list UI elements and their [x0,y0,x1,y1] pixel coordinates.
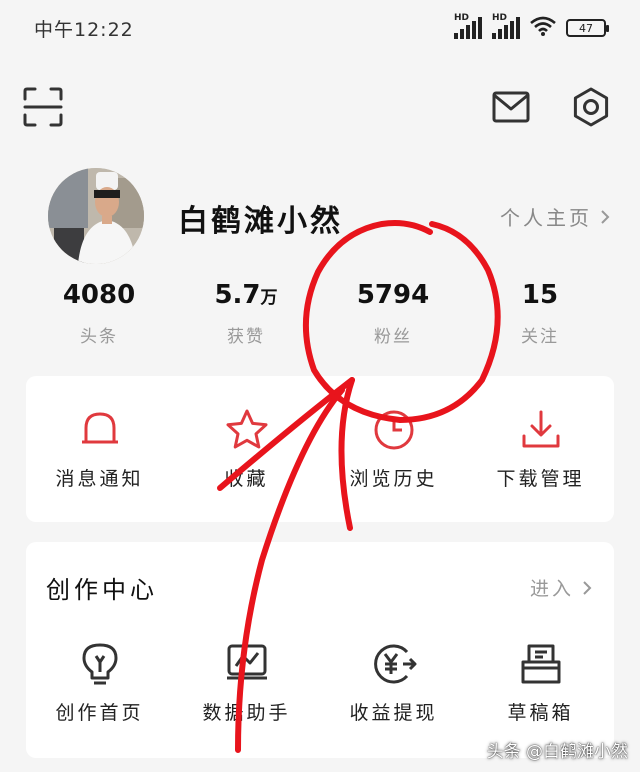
quick-action-label: 收藏 [224,468,269,490]
creation-item-drafts[interactable]: 草稿箱 [467,640,614,725]
quick-action-notifications[interactable]: 消息通知 [26,406,173,491]
clock-icon [320,406,467,454]
stat-toutiao[interactable]: 4080 头条 [29,280,169,347]
mail-icon[interactable] [492,88,530,126]
status-bar: 中午12:22 HD HD 47 [0,0,640,56]
creation-item-earnings[interactable]: 收益提现 [320,640,467,725]
star-icon [173,406,320,454]
username: 白鹤滩小然 [178,204,343,239]
stat-value: 4080 [62,280,136,310]
creation-item-label: 草稿箱 [507,702,574,724]
homepage-link[interactable]: 个人主页 [500,202,610,231]
quick-actions-card: 消息通知 收藏 浏览历史 下载管理 [26,376,614,522]
homepage-label: 个人主页 [500,206,592,230]
avatar[interactable] [48,168,144,264]
yuan-icon [320,640,467,688]
stat-label: 获赞 [227,327,265,347]
stat-likes[interactable]: 5.7万 获赞 [176,280,316,347]
lightbulb-icon [26,640,173,688]
bell-icon [26,406,173,454]
creation-item-label: 创作首页 [55,702,144,724]
quick-action-favorites[interactable]: 收藏 [173,406,320,491]
stat-following[interactable]: 15 关注 [470,280,610,347]
chevron-right-icon [601,209,610,224]
watermark: 头条 @白鹤滩小然 [486,742,628,762]
creation-item-label: 收益提现 [349,702,438,724]
section-title: 创作中心 [46,576,158,604]
quick-action-history[interactable]: 浏览历史 [320,406,467,491]
scan-icon[interactable] [22,86,64,128]
settings-icon[interactable] [570,86,612,128]
signal-icon: HD [492,13,520,39]
wifi-icon [530,16,556,40]
stat-value: 15 [521,280,559,310]
stats-row: 4080 头条 5.7万 获赞 5794 粉丝 15 关注 [0,280,640,350]
drafts-icon [467,640,614,688]
creation-center-card: 创作中心 进入 创作首页 数据助手 收益提现 草稿箱 [26,542,614,758]
status-time: 中午12:22 [34,18,134,41]
quick-action-label: 浏览历史 [349,468,438,490]
signal-icon: HD [454,13,482,39]
creation-item-label: 数据助手 [202,702,291,724]
status-icons: HD HD 47 [454,13,609,40]
stat-label: 关注 [521,327,559,347]
quick-action-label: 消息通知 [55,468,144,490]
enter-label: 进入 [529,578,574,600]
stat-value: 5.7 [214,280,261,310]
stat-unit: 万 [260,288,278,308]
hd-label: HD [454,13,470,23]
creation-item-data-assistant[interactable]: 数据助手 [173,640,320,725]
chart-icon [173,640,320,688]
battery-level: 47 [579,21,593,35]
download-icon [467,406,614,454]
quick-action-label: 下载管理 [496,468,585,490]
quick-action-downloads[interactable]: 下载管理 [467,406,614,491]
stat-followers[interactable]: 5794 粉丝 [323,280,463,347]
chevron-right-icon [583,580,592,595]
stat-value: 5794 [356,280,430,310]
battery-icon: 47 [566,19,609,37]
profile-section: 白鹤滩小然 个人主页 [0,166,640,266]
stat-label: 头条 [80,327,118,347]
top-bar [0,86,640,130]
hd-label: HD [492,13,508,23]
creation-item-home[interactable]: 创作首页 [26,640,173,725]
enter-link[interactable]: 进入 [530,574,592,601]
stat-label: 粉丝 [374,327,412,347]
